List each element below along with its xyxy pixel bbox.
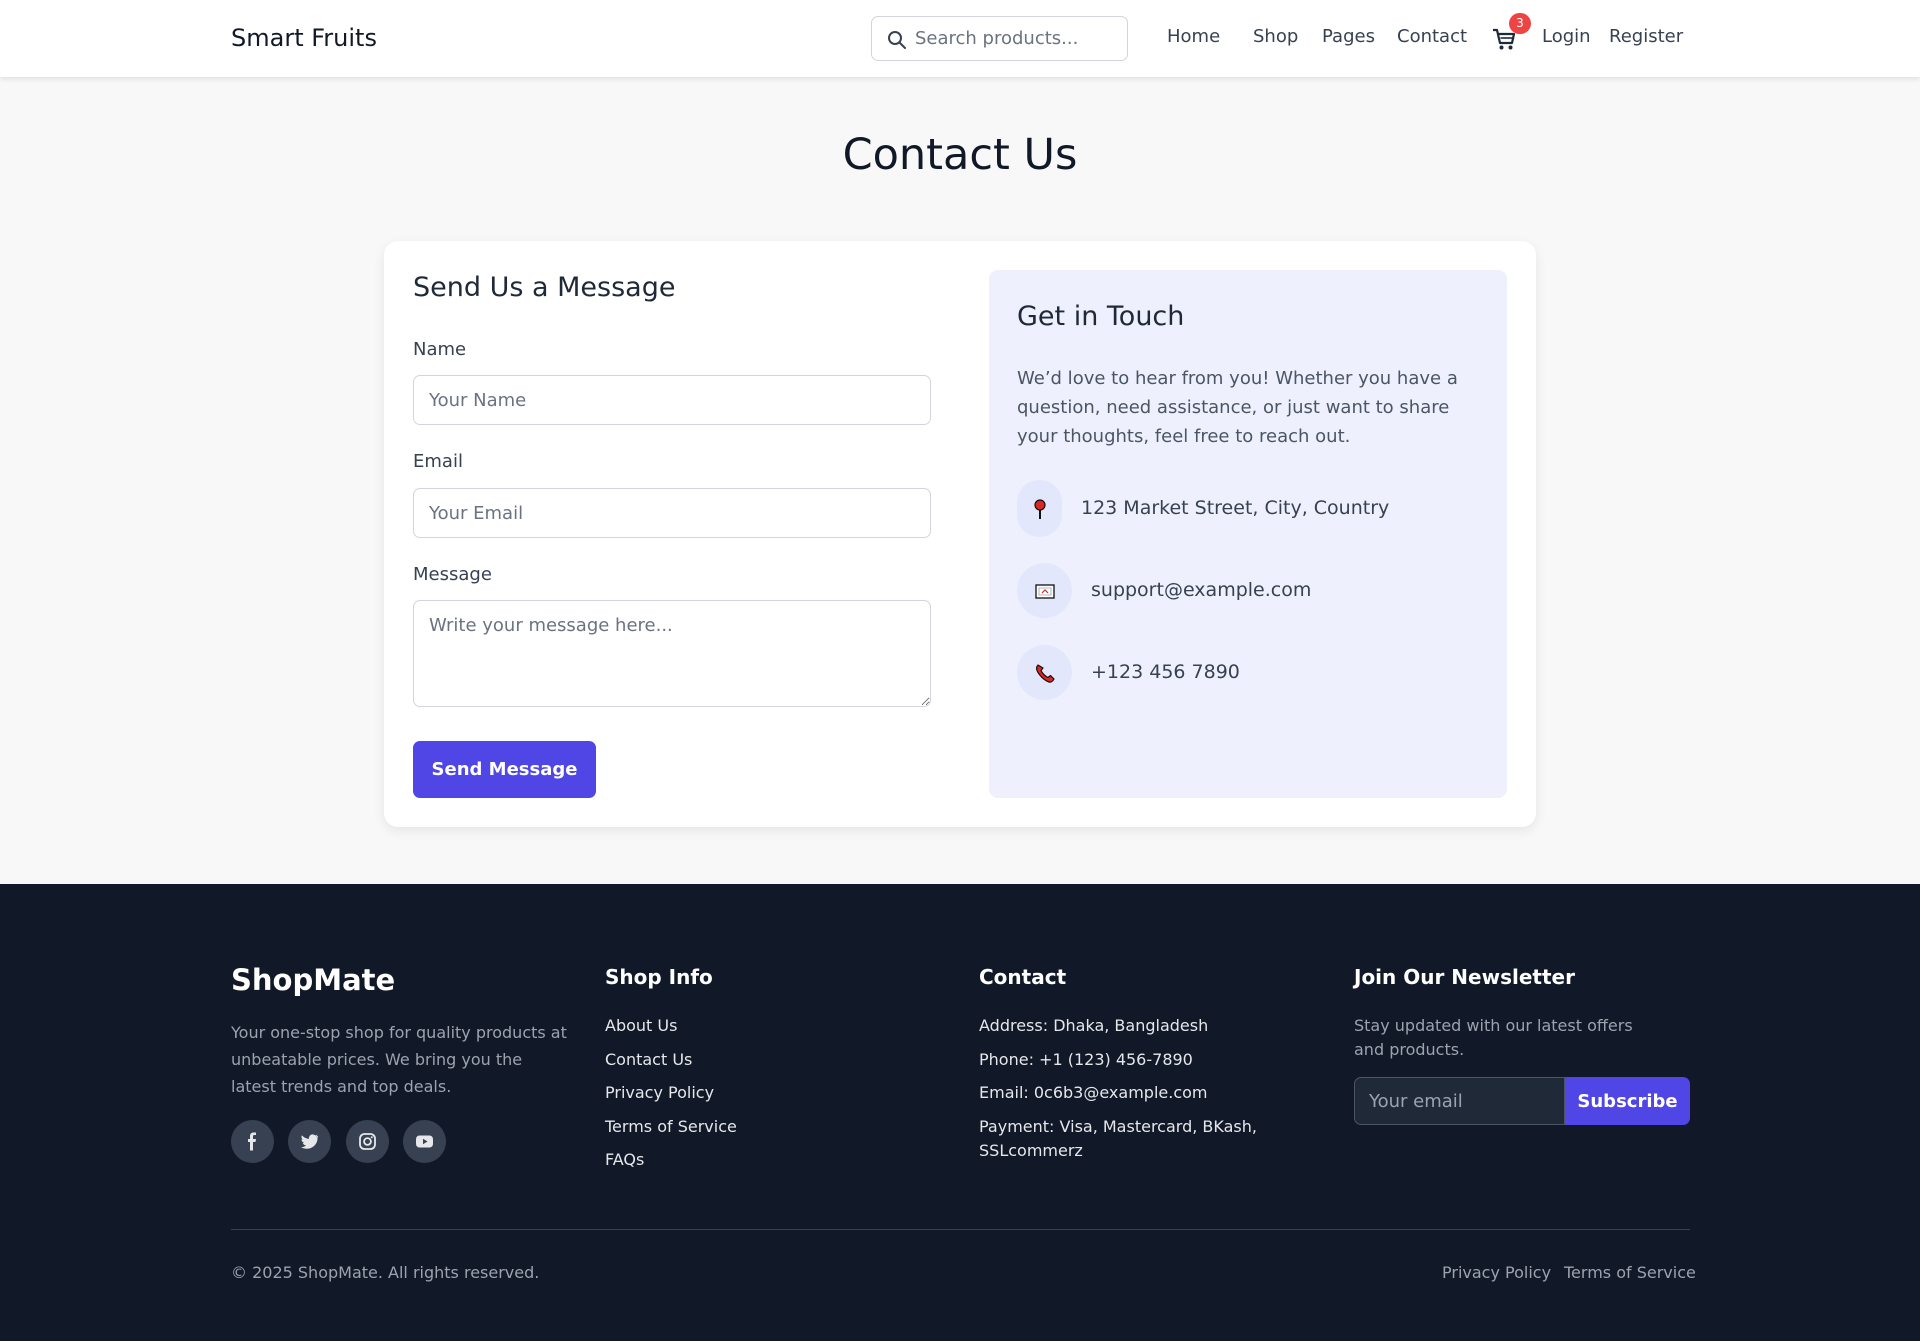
nav-contact[interactable]: Contact [1397, 26, 1467, 47]
copyright: © 2025 ShopMate. All rights reserved. [231, 1263, 540, 1282]
instagram-icon [359, 1133, 376, 1150]
contact-phone[interactable]: +123 456 7890 [1091, 661, 1240, 683]
search-input[interactable] [915, 17, 1115, 60]
touch-title: Get in Touch [1017, 301, 1185, 332]
message-textarea[interactable] [413, 600, 931, 707]
facebook-link[interactable] [231, 1120, 274, 1163]
bottom-privacy-link[interactable]: Privacy Policy [1442, 1263, 1551, 1282]
touch-description: We’d love to hear from you! Whether you … [1017, 368, 1458, 447]
page-title: Contact Us [842, 130, 1078, 180]
youtube-link[interactable] [403, 1120, 446, 1163]
facebook-icon [248, 1132, 256, 1151]
twitter-icon [300, 1134, 319, 1149]
register-link[interactable]: Register [1609, 26, 1683, 47]
email-input[interactable] [413, 488, 931, 538]
footer-divider [231, 1229, 1690, 1230]
form-title: Send Us a Message [413, 272, 676, 303]
brand-logo[interactable]: Smart Fruits [231, 24, 377, 52]
location-icon-badge [1017, 480, 1062, 537]
footer-link-privacy[interactable]: Privacy Policy [605, 1083, 714, 1102]
instagram-link[interactable] [346, 1120, 389, 1163]
footer-payment: Payment: Visa, Mastercard, BKash, SSLcom… [979, 1117, 1257, 1160]
newsletter-email-input[interactable] [1354, 1077, 1565, 1125]
newsletter-heading: Join Our Newsletter [1354, 965, 1575, 989]
cart-count-badge: 3 [1509, 13, 1531, 34]
login-link[interactable]: Login [1542, 26, 1591, 47]
nav-shop[interactable]: Shop [1253, 26, 1298, 47]
footer-phone: Phone: +1 (123) 456-7890 [979, 1050, 1193, 1069]
navbar: Smart Fruits Home Shop Pages Contact 3 L… [0, 0, 1920, 77]
contact-email[interactable]: support@example.com [1091, 579, 1311, 601]
footer-brand: ShopMate [231, 963, 396, 997]
get-in-touch-panel [989, 270, 1507, 798]
bottom-terms-link[interactable]: Terms of Service [1564, 1263, 1696, 1282]
contact-address: 123 Market Street, City, Country [1081, 497, 1390, 519]
location-pin-icon [1034, 499, 1046, 519]
subscribe-button[interactable]: Subscribe [1565, 1077, 1690, 1125]
name-input[interactable] [413, 375, 931, 425]
envelope-icon [1035, 584, 1055, 599]
send-message-button[interactable]: Send Message [413, 741, 596, 798]
footer-email: Email: 0c6b3@example.com [979, 1083, 1208, 1102]
nav-pages[interactable]: Pages [1322, 26, 1375, 47]
name-label: Name [413, 339, 467, 360]
footer-link-terms[interactable]: Terms of Service [605, 1117, 737, 1136]
newsletter-description: Stay updated with our latest offers and … [1354, 1016, 1633, 1059]
youtube-icon [416, 1135, 433, 1148]
footer-address: Address: Dhaka, Bangladesh [979, 1016, 1209, 1035]
footer-description: Your one-stop shop for quality products … [231, 1023, 567, 1096]
contact-heading: Contact [979, 965, 1067, 989]
email-icon-badge [1017, 563, 1072, 618]
nav-home[interactable]: Home [1167, 26, 1220, 47]
footer-link-about[interactable]: About Us [605, 1016, 677, 1035]
search-box [871, 16, 1128, 61]
twitter-link[interactable] [288, 1120, 331, 1163]
message-label: Message [413, 564, 492, 585]
footer-link-contact[interactable]: Contact Us [605, 1050, 692, 1069]
footer-link-faqs[interactable]: FAQs [605, 1150, 644, 1169]
shop-info-heading: Shop Info [605, 965, 713, 989]
search-icon [888, 31, 906, 49]
email-label: Email [413, 451, 463, 472]
phone-icon [1036, 664, 1055, 683]
phone-icon-badge [1017, 645, 1072, 700]
